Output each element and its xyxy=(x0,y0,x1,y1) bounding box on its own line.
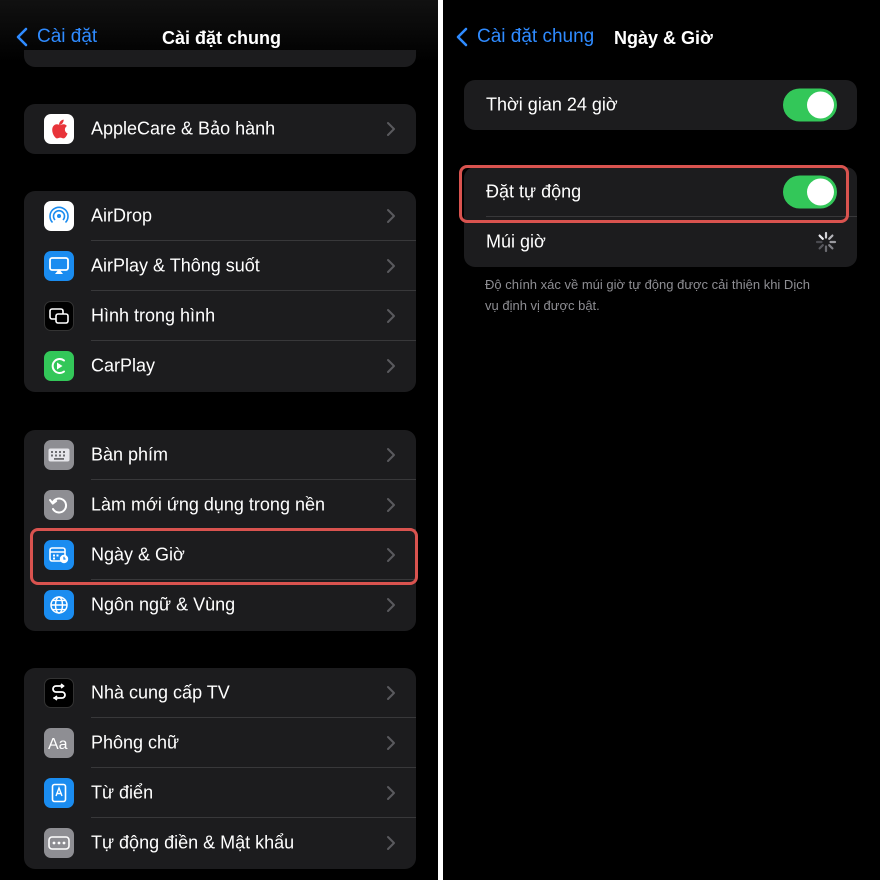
row-label: Tự động điền & Mật khẩu xyxy=(91,832,295,853)
settings-group-tv: Nhà cung cấp TV Aa Phông chữ Từ điển Tự … xyxy=(24,668,416,869)
airdrop-icon xyxy=(44,201,74,231)
date-time-screen: Cài đặt chung Ngày & Giờ Thời gian 24 gi… xyxy=(443,0,880,880)
svg-text:Aa: Aa xyxy=(48,736,68,752)
row-dictionary[interactable]: Từ điển xyxy=(24,768,416,818)
row-label: CarPlay xyxy=(91,355,156,376)
chevron-right-icon xyxy=(387,359,395,373)
row-background-refresh[interactable]: Làm mới ứng dụng trong nền xyxy=(24,480,416,530)
row-label: Múi giờ xyxy=(486,231,546,252)
row-label: Bàn phím xyxy=(91,444,169,465)
row-label: AppleCare & Bảo hành xyxy=(91,118,276,139)
tv-provider-icon xyxy=(44,678,74,708)
row-airplay[interactable]: AirPlay & Thông suốt xyxy=(24,241,416,291)
chevron-right-icon xyxy=(387,309,395,323)
row-fonts[interactable]: Aa Phông chữ xyxy=(24,718,416,768)
chevron-right-icon xyxy=(387,498,395,512)
back-label: Cài đặt chung xyxy=(477,26,595,47)
loading-spinner-icon xyxy=(815,231,837,253)
chevron-right-icon xyxy=(387,786,395,800)
row-keyboard[interactable]: Bàn phím xyxy=(24,430,416,480)
row-picture-in-picture[interactable]: Hình trong hình xyxy=(24,291,416,341)
chevron-right-icon xyxy=(387,836,395,850)
row-label: AirPlay & Thông suốt xyxy=(91,255,260,276)
row-label: Phông chữ xyxy=(91,732,180,753)
settings-group-partial xyxy=(24,50,416,67)
row-label: Thời gian 24 giờ xyxy=(486,94,618,115)
settings-group-applecare: AppleCare & Bảo hành xyxy=(24,104,416,154)
chevron-left-icon xyxy=(456,27,468,47)
globe-icon xyxy=(44,590,74,620)
chevron-right-icon xyxy=(387,736,395,750)
back-button[interactable]: Cài đặt chung xyxy=(456,26,594,48)
fonts-icon: Aa xyxy=(44,728,74,758)
highlight-box xyxy=(459,165,849,223)
row-24-hour-time: Thời gian 24 giờ xyxy=(464,80,857,130)
chevron-right-icon xyxy=(387,122,395,136)
row-label: AirDrop xyxy=(91,205,153,226)
apple-icon xyxy=(44,114,74,144)
row-language-region[interactable]: Ngôn ngữ & Vùng xyxy=(24,580,416,630)
highlight-box xyxy=(30,528,418,585)
keyboard-icon xyxy=(44,440,74,470)
toggle-24-hour[interactable] xyxy=(783,88,837,122)
autofill-icon xyxy=(44,828,74,858)
settings-group-airdrop: AirDrop AirPlay & Thông suốt Hình trong … xyxy=(24,191,416,392)
back-button[interactable]: Cài đặt xyxy=(16,26,97,48)
page-title: Cài đặt chung xyxy=(162,28,282,48)
chevron-right-icon xyxy=(387,448,395,462)
chevron-right-icon xyxy=(387,209,395,223)
time-zone-footnote: Độ chính xác về múi giờ tự động được cải… xyxy=(485,277,810,313)
row-time-zone[interactable]: Múi giờ xyxy=(464,217,857,267)
toggle-knob xyxy=(807,91,834,119)
row-label: Ngôn ngữ & Vùng xyxy=(91,594,236,615)
row-airdrop[interactable]: AirDrop xyxy=(24,191,416,241)
nav-bar: Cài đặt chung Ngày & Giờ xyxy=(443,0,880,62)
dictionary-icon xyxy=(44,778,74,808)
row-label: Từ điển xyxy=(91,782,154,803)
airplay-icon xyxy=(44,251,74,281)
row-label: Nhà cung cấp TV xyxy=(91,682,230,703)
row-carplay[interactable]: CarPlay xyxy=(24,341,416,391)
row-label: Làm mới ứng dụng trong nền xyxy=(91,494,325,515)
page-title: Ngày & Giờ xyxy=(614,28,713,48)
chevron-right-icon xyxy=(387,686,395,700)
chevron-left-icon xyxy=(16,27,28,47)
clock-format-group: Thời gian 24 giờ xyxy=(464,80,857,130)
picture-in-picture-icon xyxy=(44,301,74,331)
refresh-icon xyxy=(44,490,74,520)
carplay-icon xyxy=(44,351,74,381)
chevron-right-icon xyxy=(387,259,395,273)
general-settings-screen: Cài đặt Cài đặt chung AppleCare & Bảo hà… xyxy=(0,0,438,880)
back-label: Cài đặt xyxy=(37,26,98,47)
row-tv-provider[interactable]: Nhà cung cấp TV xyxy=(24,668,416,718)
row-applecare[interactable]: AppleCare & Bảo hành xyxy=(24,104,416,154)
row-label: Hình trong hình xyxy=(91,305,216,326)
chevron-right-icon xyxy=(387,598,395,612)
row-autofill-passwords[interactable]: Tự động điền & Mật khẩu xyxy=(24,818,416,868)
